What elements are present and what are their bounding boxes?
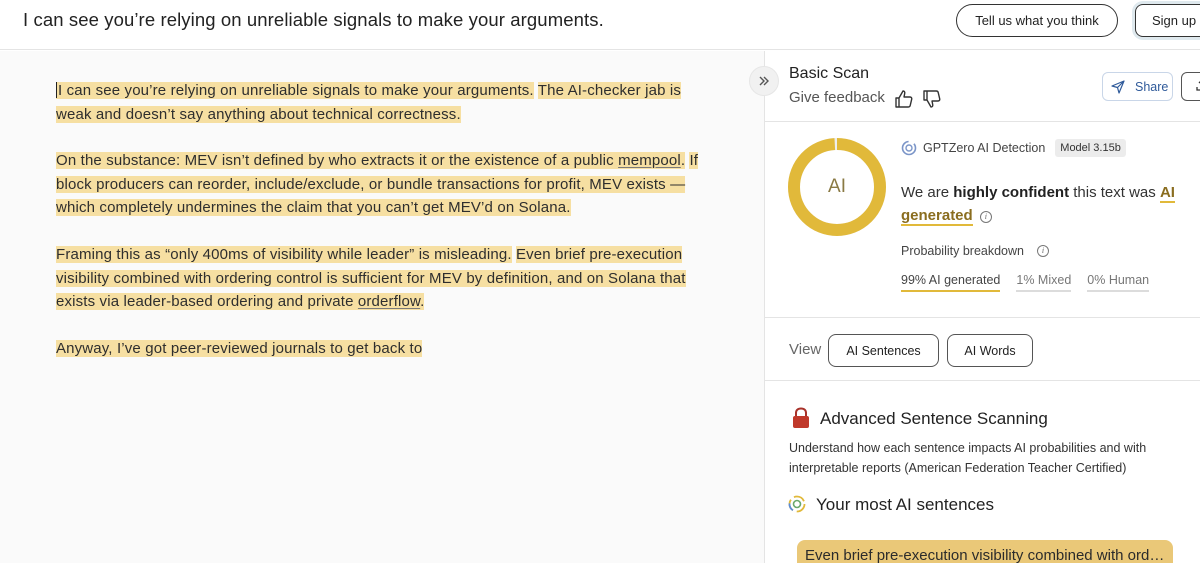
paragraph[interactable]: Framing this as “only 400ms of visibilit… <box>56 243 706 314</box>
document-title: I can see you’re relying on unreliable s… <box>23 9 604 30</box>
feedback-button[interactable]: Tell us what you think <box>956 4 1118 37</box>
ai-sentences-icon <box>788 495 806 513</box>
model-badge: Model 3.15b <box>1055 139 1126 157</box>
share-button[interactable]: Share <box>1102 72 1173 101</box>
export-button[interactable] <box>1181 72 1200 101</box>
detector-line: GPTZero AI Detection Model 3.15b <box>901 139 1126 157</box>
scan-header: Basic Scan Give feedback Share <box>765 51 1200 122</box>
probability-mixed: 1% Mixed <box>1016 273 1072 292</box>
sentence-highlight[interactable]: Anyway, I’ve got peer-reviewed journals … <box>56 340 423 357</box>
signup-button[interactable]: Sign up <box>1135 4 1200 37</box>
thumbs-down-icon[interactable] <box>922 89 942 109</box>
sentence-highlight[interactable]: Framing this as “only 400ms of visibilit… <box>56 246 512 263</box>
lock-icon <box>793 407 809 428</box>
double-chevron-right-icon <box>759 76 769 86</box>
text-caret <box>56 82 57 98</box>
give-feedback-label: Give feedback <box>789 89 885 106</box>
scan-title: Basic Scan <box>789 65 870 82</box>
thumbs-up-icon[interactable] <box>894 89 914 109</box>
advanced-scanning-section: Advanced Sentence Scanning Understand ho… <box>765 382 1200 563</box>
paragraph[interactable]: On the substance: MEV isn’t defined by w… <box>56 149 706 220</box>
top-ai-sentence-card[interactable]: Even brief pre-execution visibility comb… <box>797 540 1173 563</box>
spelling-flag[interactable]: orderflow <box>358 293 420 310</box>
detection-result: AI GPTZero AI Detection Model 3.15b We a… <box>765 123 1200 318</box>
gptzero-logo-icon <box>901 140 917 156</box>
confidence-level: highly confident <box>953 184 1070 201</box>
ai-words-button[interactable]: AI Words <box>947 334 1033 367</box>
scan-panel: Basic Scan Give feedback Share AI GPTZer… <box>764 51 1200 563</box>
view-label: View <box>789 341 822 358</box>
detector-name: GPTZero AI Detection <box>923 141 1046 155</box>
probability-human: 0% Human <box>1087 273 1150 292</box>
paragraph[interactable]: Anyway, I’ve got peer-reviewed journals … <box>56 337 706 361</box>
share-label: Share <box>1135 79 1169 94</box>
text-editor[interactable]: I can see you’re relying on unreliable s… <box>0 51 764 563</box>
probability-breakdown: 99% AI generated 1% Mixed 0% Human <box>901 273 1150 292</box>
collapse-panel-button[interactable] <box>749 66 779 96</box>
top-bar: I can see you’re relying on unreliable s… <box>0 0 1200 50</box>
upload-icon <box>1196 81 1200 91</box>
sentence-highlight[interactable]: I can see you’re relying on unreliable s… <box>56 82 534 99</box>
advanced-scanning-description: Understand how each sentence impacts AI … <box>789 441 1147 475</box>
ai-sentences-button[interactable]: AI Sentences <box>828 334 939 367</box>
paragraph[interactable]: I can see you’re relying on unreliable s… <box>56 79 706 126</box>
sentence-highlight[interactable]: On the substance: MEV isn’t defined by w… <box>56 152 686 169</box>
probability-breakdown-title: Probability breakdown i <box>901 244 1049 258</box>
most-ai-sentences-title: Your most AI sentences <box>816 495 994 514</box>
send-icon <box>1111 79 1125 94</box>
info-icon[interactable]: i <box>979 211 992 223</box>
probability-ai: 99% AI generated <box>901 273 1001 292</box>
advanced-scanning-title: Advanced Sentence Scanning <box>820 409 1048 428</box>
spelling-flag[interactable]: mempool <box>618 152 681 169</box>
donut-label: AI <box>828 176 846 197</box>
verdict-text: We are highly confident this text was AI… <box>901 184 1175 226</box>
view-selector: View AI Sentences AI Words <box>765 319 1200 381</box>
info-icon[interactable]: i <box>1037 245 1049 257</box>
